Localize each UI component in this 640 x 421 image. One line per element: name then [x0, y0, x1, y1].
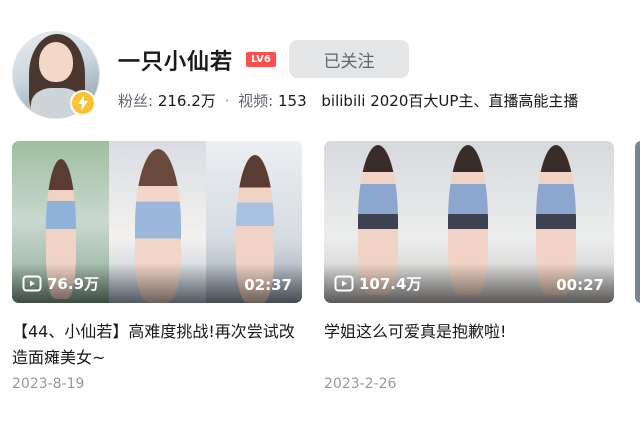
view-count: 107.4万: [334, 273, 421, 294]
video-thumbnail[interactable]: 107.4万 00:27: [324, 141, 614, 303]
video-card[interactable]: 76.9万 02:37 【44、小仙若】高难度挑战!再次尝试改造面瘫美女~ 20…: [12, 141, 302, 392]
view-count: 76.9万: [22, 273, 99, 294]
video-count: 153: [277, 92, 307, 110]
level-badge: LV6: [246, 52, 276, 67]
video-thumbnail[interactable]: 76.9万 02:37: [12, 141, 302, 303]
uploader-name[interactable]: 一只小仙若: [118, 44, 233, 76]
video-duration: 02:37: [244, 276, 292, 294]
video-card[interactable]: 107.4万 00:27 学姐这么可爱真是抱歉啦! 2023-2-26: [324, 141, 614, 392]
view-count-value: 76.9万: [47, 275, 100, 293]
play-count-icon: [22, 275, 42, 292]
play-count-icon: [334, 275, 354, 292]
video-duration: 00:27: [556, 276, 604, 294]
video-label: 视频:: [238, 92, 274, 110]
stats-separator: ·: [224, 92, 230, 110]
fans-label: 粉丝:: [118, 92, 154, 110]
follow-button[interactable]: 已关注: [289, 40, 409, 78]
fans-count: 216.2万: [157, 92, 216, 110]
video-date: 2023-2-26: [324, 376, 397, 392]
avatar-face: [39, 42, 73, 82]
profile-stats: 粉丝: 216.2万 · 视频: 153 bilibili 2020百大UP主、…: [118, 90, 578, 111]
video-title[interactable]: 【44、小仙若】高难度挑战!再次尝试改造面瘫美女~: [12, 319, 302, 371]
next-video-thumbnail[interactable]: [635, 141, 640, 303]
video-date: 2023-8-19: [12, 376, 85, 392]
video-title[interactable]: 学姐这么可爱真是抱歉啦!: [324, 319, 614, 345]
profile-bio: bilibili 2020百大UP主、直播高能主播: [321, 92, 579, 110]
verified-lightning-icon: [70, 90, 96, 116]
next-video-title[interactable]: 【: [632, 318, 640, 344]
view-count-value: 107.4万: [359, 275, 422, 293]
